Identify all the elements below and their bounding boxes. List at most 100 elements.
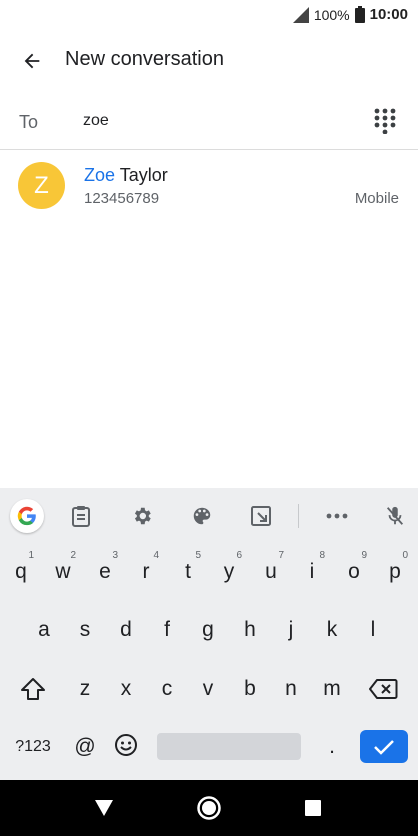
navigation-bar <box>0 780 418 836</box>
contact-number-type: Mobile <box>354 190 399 207</box>
shift-icon <box>21 678 45 700</box>
key-h[interactable]: h <box>231 606 269 654</box>
recipient-row: To <box>0 92 418 150</box>
key-hint: 8 <box>319 550 325 561</box>
key-hint: 1 <box>28 550 34 561</box>
google-icon <box>17 506 36 526</box>
key-v[interactable]: v <box>189 665 227 713</box>
key-hint: 7 <box>278 550 284 561</box>
nav-home-button[interactable] <box>195 794 223 822</box>
key-hint: 2 <box>70 550 76 561</box>
back-button[interactable] <box>18 47 46 75</box>
key-hint: 0 <box>402 550 408 561</box>
key-hint: 4 <box>153 550 159 561</box>
key-hint: 3 <box>112 550 118 561</box>
key-m[interactable]: m <box>313 665 351 713</box>
key-w[interactable]: 2w <box>44 548 82 596</box>
key-label: e <box>99 560 111 583</box>
avatar: Z <box>18 162 65 209</box>
keyboard-toolbar <box>0 488 418 544</box>
enter-key[interactable] <box>360 730 408 763</box>
battery-icon <box>354 6 365 23</box>
key-label: i <box>309 560 315 583</box>
toolbar-divider <box>298 504 299 528</box>
gear-icon <box>134 507 151 525</box>
clock: 10:00 <box>369 6 408 23</box>
keyboard: 1q 2w 3e 4r 5t 6y 7u 8i 9o 0p a s d f g … <box>0 488 418 780</box>
to-label: To <box>19 112 39 132</box>
nav-home-icon <box>197 796 221 820</box>
clipboard-icon <box>72 506 90 527</box>
key-label: t <box>185 560 191 583</box>
key-y[interactable]: 6y <box>210 548 248 596</box>
space-bar[interactable] <box>157 733 301 760</box>
more-button[interactable] <box>321 500 353 532</box>
key-label: p <box>389 560 401 583</box>
key-j[interactable]: j <box>272 606 310 654</box>
palette-icon <box>193 507 211 525</box>
key-p[interactable]: 0p <box>376 548 414 596</box>
key-q[interactable]: 1q <box>2 548 40 596</box>
symbols-key[interactable]: ?123 <box>10 723 56 771</box>
key-hint: 5 <box>195 550 201 561</box>
key-g[interactable]: g <box>189 606 227 654</box>
key-a[interactable]: a <box>25 606 63 654</box>
key-hint: 9 <box>361 550 367 561</box>
key-n[interactable]: n <box>272 665 310 713</box>
emoji-key[interactable] <box>107 721 145 769</box>
key-c[interactable]: c <box>148 665 186 713</box>
nav-recents-button[interactable] <box>299 794 327 822</box>
key-e[interactable]: 3e <box>86 548 124 596</box>
key-b[interactable]: b <box>231 665 269 713</box>
key-k[interactable]: k <box>313 606 351 654</box>
shift-key[interactable] <box>14 665 52 713</box>
theme-button[interactable] <box>186 500 218 532</box>
backspace-icon <box>369 679 398 699</box>
clipboard-button[interactable] <box>65 500 97 532</box>
key-o[interactable]: 9o <box>335 548 373 596</box>
key-f[interactable]: f <box>148 606 186 654</box>
recipient-input[interactable] <box>83 108 353 134</box>
page-title: New conversation <box>65 48 224 70</box>
dialpad-icon <box>374 108 396 135</box>
dialpad-button[interactable] <box>374 108 396 135</box>
status-indicators: 100% 10:00 <box>292 6 408 23</box>
key-s[interactable]: s <box>66 606 104 654</box>
contact-name: Zoe Taylor <box>84 165 168 186</box>
key-i[interactable]: 8i <box>293 548 331 596</box>
battery-percent: 100% <box>313 6 350 23</box>
key-at[interactable]: @ <box>66 723 104 771</box>
key-z[interactable]: z <box>66 665 104 713</box>
key-u[interactable]: 7u <box>252 548 290 596</box>
nav-back-icon <box>95 800 113 816</box>
key-label: q <box>15 560 27 583</box>
key-x[interactable]: x <box>107 665 145 713</box>
status-bar: 100% 10:00 <box>0 0 418 30</box>
key-r[interactable]: 4r <box>127 548 165 596</box>
google-search-button[interactable] <box>10 499 44 533</box>
key-t[interactable]: 5t <box>169 548 207 596</box>
contact-suggestion[interactable]: Z Zoe Taylor 123456789 Mobile <box>0 152 418 220</box>
nav-back-button[interactable] <box>90 794 118 822</box>
contact-name-match: Zoe <box>84 165 116 185</box>
contact-number: 123456789 <box>84 190 160 207</box>
backspace-key[interactable] <box>364 665 402 713</box>
contact-name-rest: Taylor <box>115 165 168 185</box>
settings-button[interactable] <box>126 500 158 532</box>
key-d[interactable]: d <box>107 606 145 654</box>
key-label: u <box>265 560 277 583</box>
signal-icon <box>292 6 309 23</box>
arrow-back-icon <box>24 53 40 69</box>
key-l[interactable]: l <box>354 606 392 654</box>
mic-off-icon <box>386 506 404 525</box>
floating-keyboard-button[interactable] <box>245 500 277 532</box>
key-label: o <box>348 560 360 583</box>
key-label: y <box>223 560 235 583</box>
nav-recents-icon <box>305 800 321 816</box>
key-label: w <box>55 560 71 583</box>
check-icon <box>374 739 394 755</box>
voice-input-button[interactable] <box>379 500 411 532</box>
key-period[interactable]: . <box>313 723 351 771</box>
resize-keyboard-icon <box>251 506 271 526</box>
key-hint: 6 <box>236 550 242 561</box>
